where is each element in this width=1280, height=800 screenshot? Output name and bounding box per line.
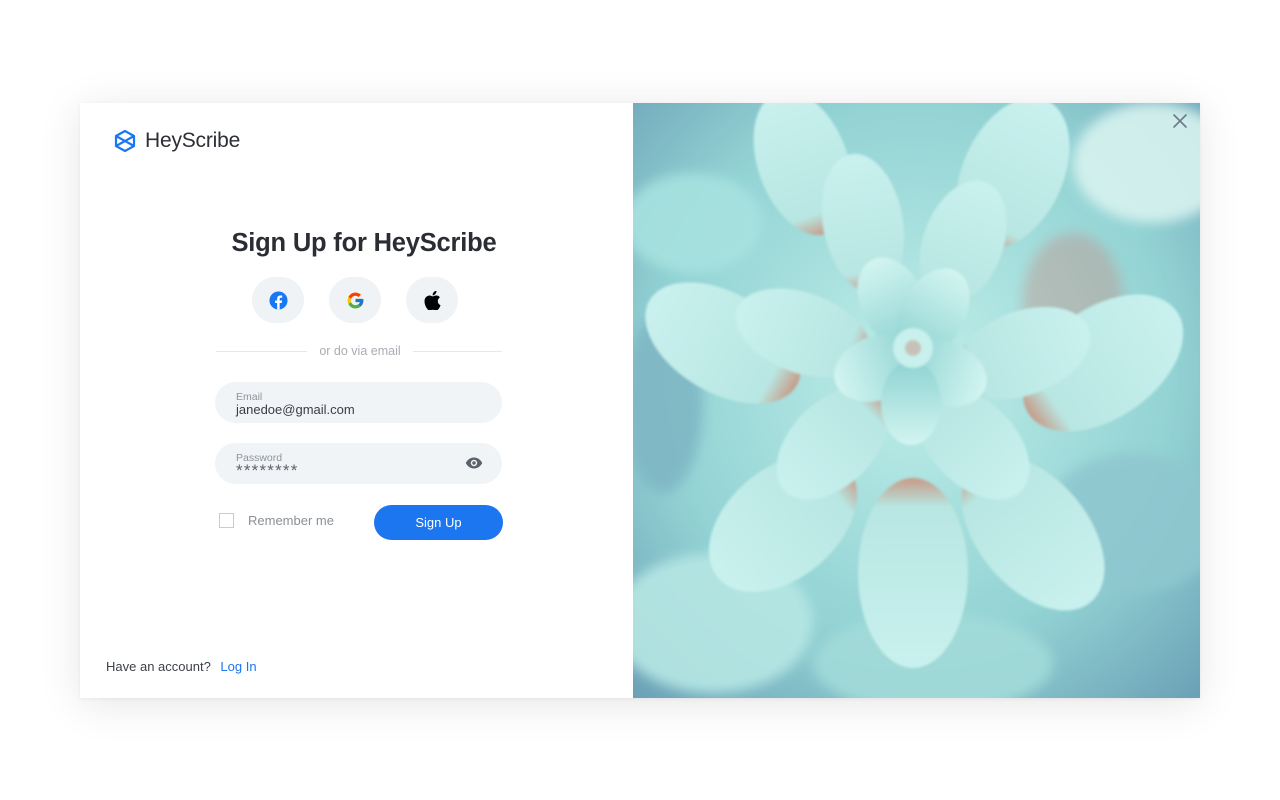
- apple-icon: [424, 290, 441, 310]
- google-icon: [347, 292, 363, 308]
- page-title: Sign Up for HeyScribe: [231, 229, 497, 257]
- brand-logo: HeyScribe: [113, 129, 240, 153]
- facebook-login-button[interactable]: [252, 277, 304, 323]
- signup-form-pane: HeyScribe Sign Up for HeyScribe or do vi…: [80, 103, 633, 698]
- heyscribe-logo-icon: [114, 129, 136, 153]
- divider-text: or do via email: [319, 344, 401, 358]
- succulent-photo: [633, 103, 1200, 698]
- have-account-text: Have an account?: [106, 659, 211, 674]
- email-value[interactable]: janedoe@gmail.com: [236, 402, 355, 417]
- checkbox-box[interactable]: [219, 513, 234, 528]
- hero-image: [633, 103, 1200, 698]
- password-value[interactable]: ********: [236, 461, 299, 481]
- log-in-link[interactable]: Log In: [220, 659, 256, 674]
- sign-up-button[interactable]: Sign Up: [374, 505, 503, 540]
- or-divider: or do via email: [216, 343, 502, 359]
- close-icon[interactable]: [1172, 113, 1188, 129]
- signup-modal: HeyScribe Sign Up for HeyScribe or do vi…: [80, 103, 1200, 698]
- password-field[interactable]: Password ********: [215, 443, 502, 484]
- google-login-button[interactable]: [329, 277, 381, 323]
- divider-line-left: [216, 350, 307, 352]
- divider-line-right: [413, 350, 502, 352]
- remember-me-checkbox[interactable]: Remember me: [219, 513, 334, 528]
- brand-name: HeyScribe: [145, 129, 241, 152]
- footer-login-prompt: Have an account? Log In: [106, 659, 257, 674]
- social-login-row: [252, 277, 458, 323]
- remember-me-label: Remember me: [248, 513, 334, 528]
- apple-login-button[interactable]: [406, 277, 458, 323]
- eye-icon[interactable]: [465, 456, 483, 470]
- facebook-icon: [268, 290, 288, 310]
- email-field[interactable]: Email janedoe@gmail.com: [215, 382, 502, 423]
